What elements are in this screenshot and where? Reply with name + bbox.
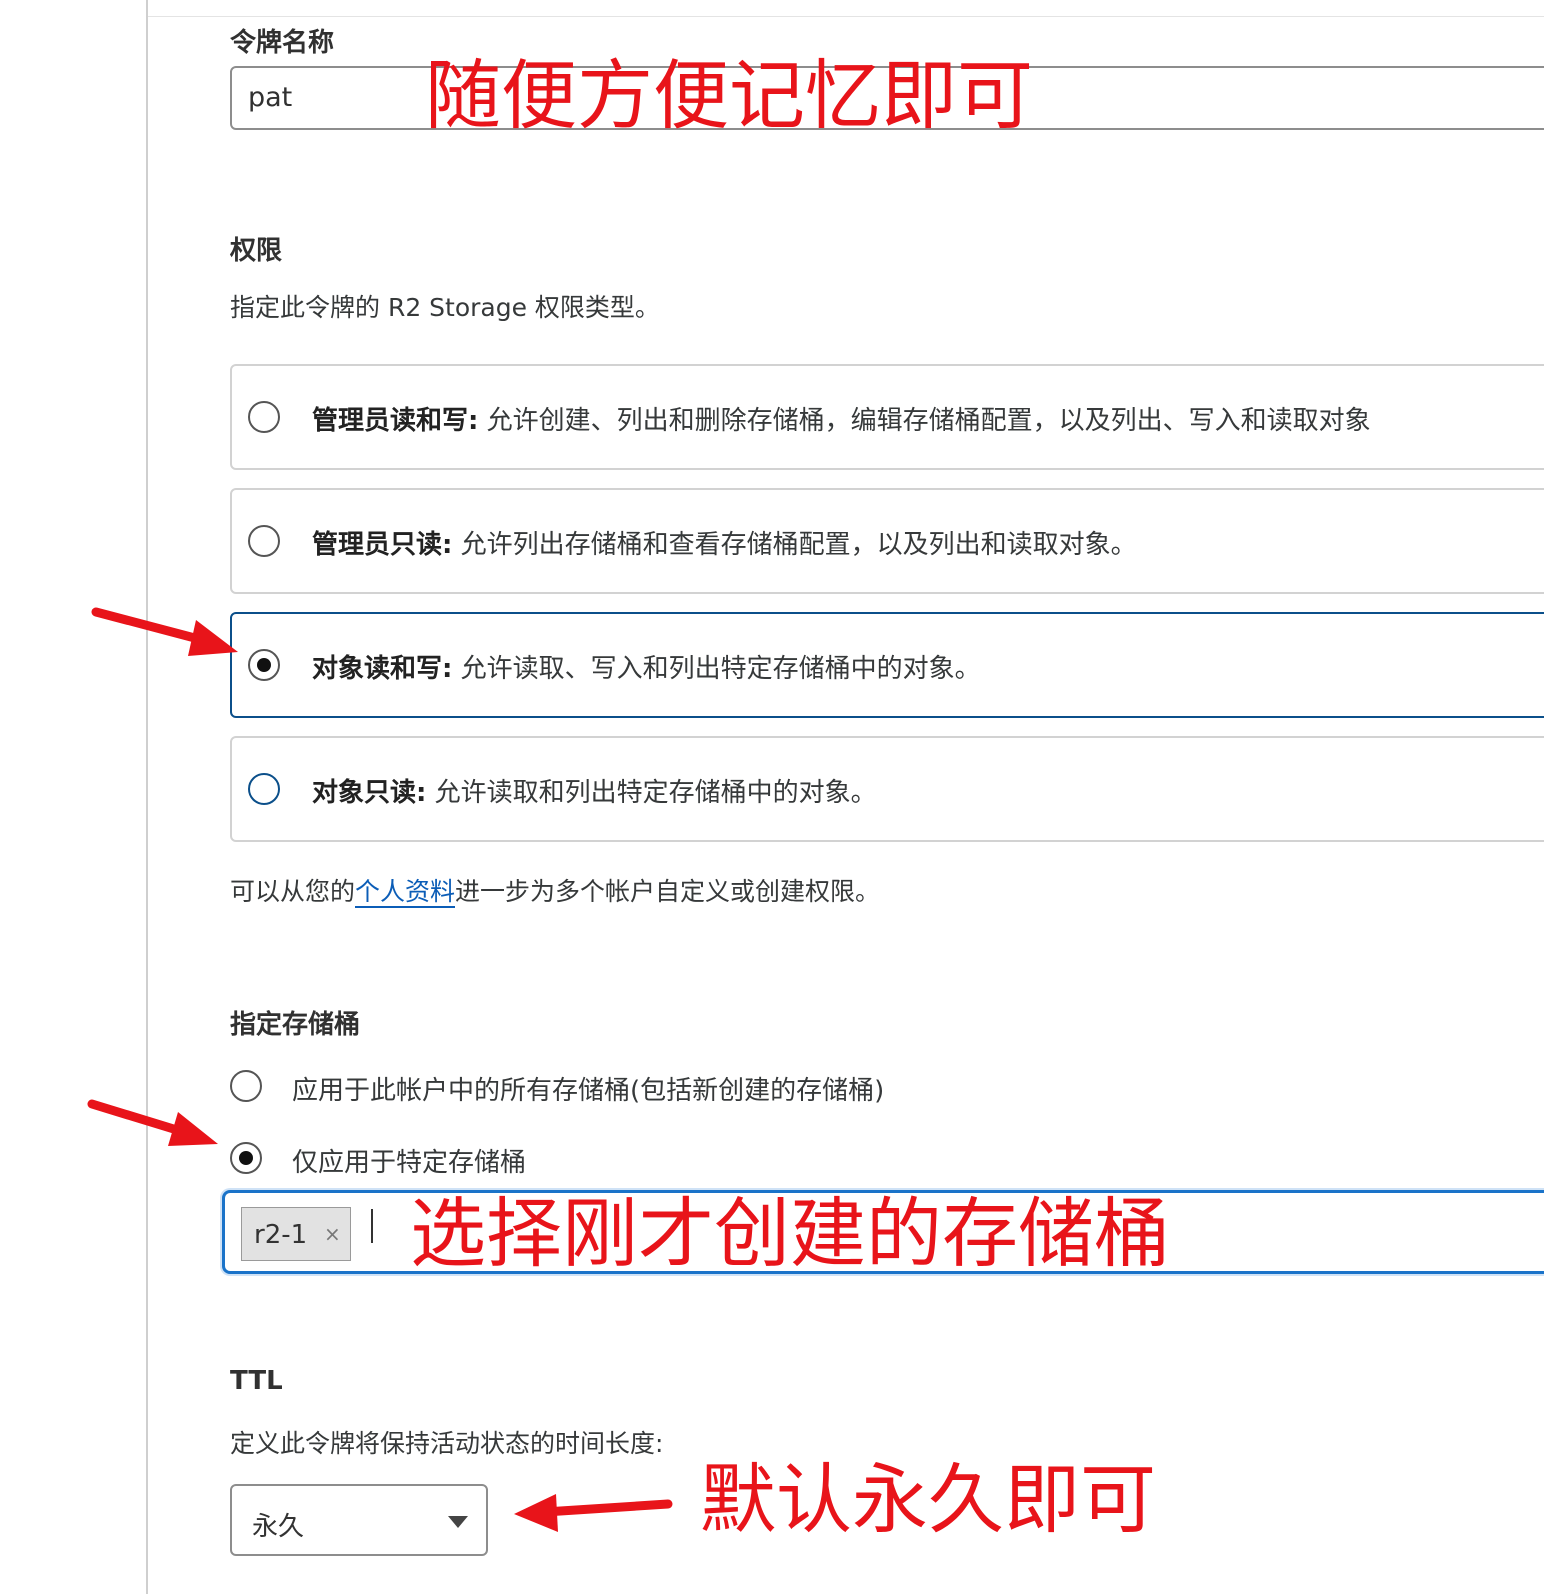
arrow-to-ttl-dropdown	[514, 1494, 673, 1532]
arrow-to-specific-bucket	[87, 1099, 218, 1146]
arrow-to-object-read-write	[91, 607, 238, 656]
annotation-arrows	[87, 607, 673, 1532]
